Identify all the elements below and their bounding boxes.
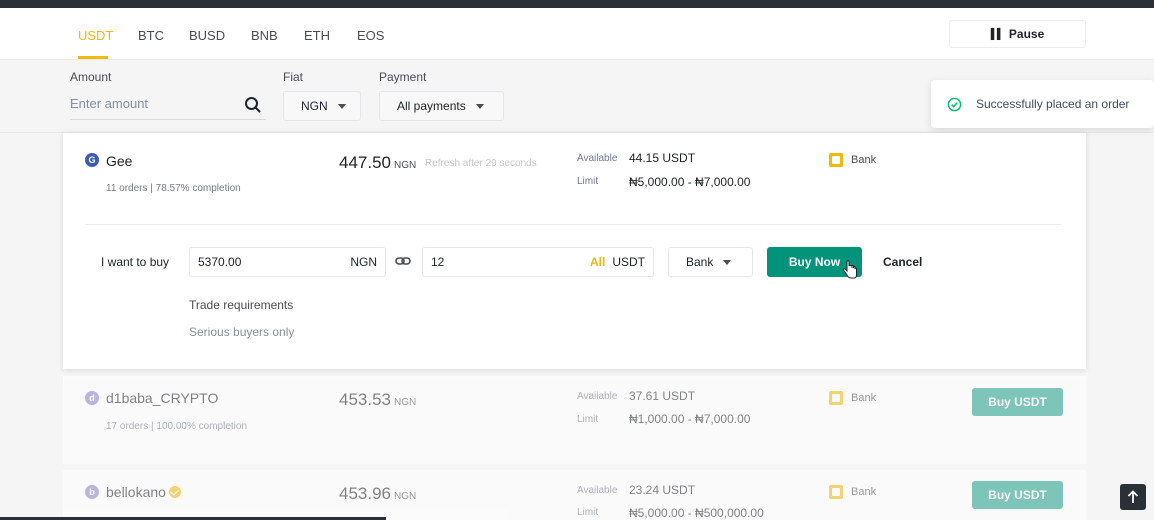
price-currency: NGN — [394, 491, 417, 502]
cursor-hand-icon — [842, 260, 857, 279]
payment-method-label: Bank — [851, 486, 877, 498]
amount-label: Amount — [70, 70, 112, 84]
crypto-amount-field[interactable]: 12 All USDT — [422, 247, 654, 277]
tab-btc[interactable]: BTC — [138, 28, 164, 43]
available-label: Available — [577, 391, 618, 402]
price-currency: NGN — [394, 160, 417, 171]
payment-method-label: Bank — [851, 392, 877, 404]
active-tab-indicator — [78, 56, 108, 59]
fiat-amount-value: 5370.00 — [198, 255, 242, 269]
amount-field — [70, 92, 266, 120]
offer-price: 447.50 NGN — [339, 153, 416, 173]
divider — [85, 224, 1061, 225]
crypto-currency-label: USDT — [612, 255, 645, 269]
price-value: 453.96 — [339, 484, 391, 503]
toast-message: Successfully placed an order — [976, 97, 1130, 111]
success-toast: Successfully placed an order — [931, 80, 1154, 128]
verified-badge-icon — [168, 486, 181, 498]
trader-stats: 11 orders | 78.57% completion — [106, 183, 241, 194]
payment-method-select[interactable]: Bank — [668, 247, 753, 277]
crypto-amount-value: 12 — [431, 255, 445, 269]
expanded-offer-card: G Gee 11 orders | 78.57% completion 447.… — [63, 133, 1086, 369]
offer-price: 453.53 NGN — [339, 390, 416, 410]
payment-method: Bank — [829, 153, 876, 167]
scroll-to-top-button[interactable] — [1120, 484, 1146, 510]
avatar: d — [85, 391, 99, 405]
trader-name[interactable]: d1baba_CRYPTO — [106, 390, 218, 406]
payment-select-value: All payments — [397, 99, 466, 113]
trader-stats: 17 orders | 100.00% completion — [106, 421, 248, 432]
tab-usdt[interactable]: USDT — [78, 28, 113, 43]
window-top-bar — [0, 0, 1154, 8]
chevron-down-icon — [475, 103, 484, 109]
trade-requirements-title: Trade requirements — [189, 298, 294, 312]
available-value: 23.24 USDT — [629, 483, 696, 497]
buy-usdt-button[interactable]: Buy USDT — [972, 481, 1063, 509]
crypto-tabs-bar: USDT BTC BUSD BNB ETH EOS ▌▌ Pause — [0, 8, 1154, 60]
available-label: Available — [577, 153, 618, 164]
avatar: G — [85, 153, 99, 167]
fiat-select-value: NGN — [301, 99, 328, 113]
payment-label: Payment — [379, 70, 427, 84]
trader-name[interactable]: bellokano — [106, 484, 181, 500]
offer-row: d d1baba_CRYPTO 17 orders | 100.00% comp… — [63, 376, 1086, 464]
tab-bnb[interactable]: BNB — [251, 28, 278, 43]
avatar: b — [85, 485, 99, 499]
available-value: 44.15 USDT — [629, 151, 696, 165]
fiat-amount-field[interactable]: 5370.00 NGN — [189, 247, 386, 277]
link-icon — [395, 257, 411, 265]
payment-select[interactable]: All payments — [379, 91, 504, 121]
payment-method-select-value: Bank — [686, 255, 714, 269]
amount-input[interactable] — [70, 96, 230, 111]
limit-label: Limit — [577, 507, 599, 518]
pause-button[interactable]: ▌▌ Pause — [949, 20, 1086, 48]
payment-method: Bank — [829, 391, 876, 405]
offer-row: b bellokano 453.96 NGN Available 23.24 US… — [63, 470, 1086, 520]
all-button[interactable]: All — [590, 255, 605, 269]
bank-icon — [829, 391, 843, 405]
limit-label: Limit — [577, 176, 599, 187]
bank-icon — [829, 485, 843, 499]
fiat-currency-label: NGN — [350, 255, 377, 269]
price-value: 453.53 — [339, 390, 391, 409]
refresh-note: Refresh after 29 seconds — [425, 158, 537, 169]
bank-icon — [829, 153, 843, 167]
limit-value: ₦5,000.00 - ₦7,000.00 — [629, 175, 751, 189]
buy-usdt-button[interactable]: Buy USDT — [972, 388, 1063, 416]
trader-name-text: bellokano — [106, 484, 166, 500]
payment-method-label: Bank — [851, 154, 877, 166]
chevron-down-icon — [723, 259, 732, 265]
buy-form-label: I want to buy — [101, 255, 170, 269]
trade-requirements-text: Serious buyers only — [189, 325, 295, 339]
payment-method: Bank — [829, 485, 876, 499]
search-icon[interactable] — [244, 96, 262, 114]
price-currency: NGN — [394, 397, 417, 408]
offer-price: 453.96 NGN — [339, 484, 416, 504]
cancel-button[interactable]: Cancel — [883, 255, 922, 269]
tab-eos[interactable]: EOS — [357, 28, 384, 43]
pause-button-label: Pause — [1008, 27, 1045, 41]
tab-eth[interactable]: ETH — [304, 28, 330, 43]
chevron-down-icon — [337, 103, 346, 109]
pause-icon: ▌▌ — [990, 28, 1004, 40]
arrow-up-icon — [1127, 490, 1139, 503]
trader-name[interactable]: Gee — [106, 153, 132, 169]
tab-busd[interactable]: BUSD — [189, 28, 225, 43]
limit-label: Limit — [577, 414, 599, 425]
available-value: 37.61 USDT — [629, 389, 696, 403]
fiat-select[interactable]: NGN — [283, 91, 361, 121]
check-circle-icon — [947, 97, 962, 111]
fiat-label: Fiat — [283, 70, 304, 84]
available-label: Available — [577, 485, 618, 496]
limit-value: ₦5,000.00 - ₦500,000.00 — [629, 506, 764, 520]
limit-value: ₦1,000.00 - ₦7,000.00 — [629, 412, 751, 426]
price-value: 447.50 — [339, 153, 391, 172]
